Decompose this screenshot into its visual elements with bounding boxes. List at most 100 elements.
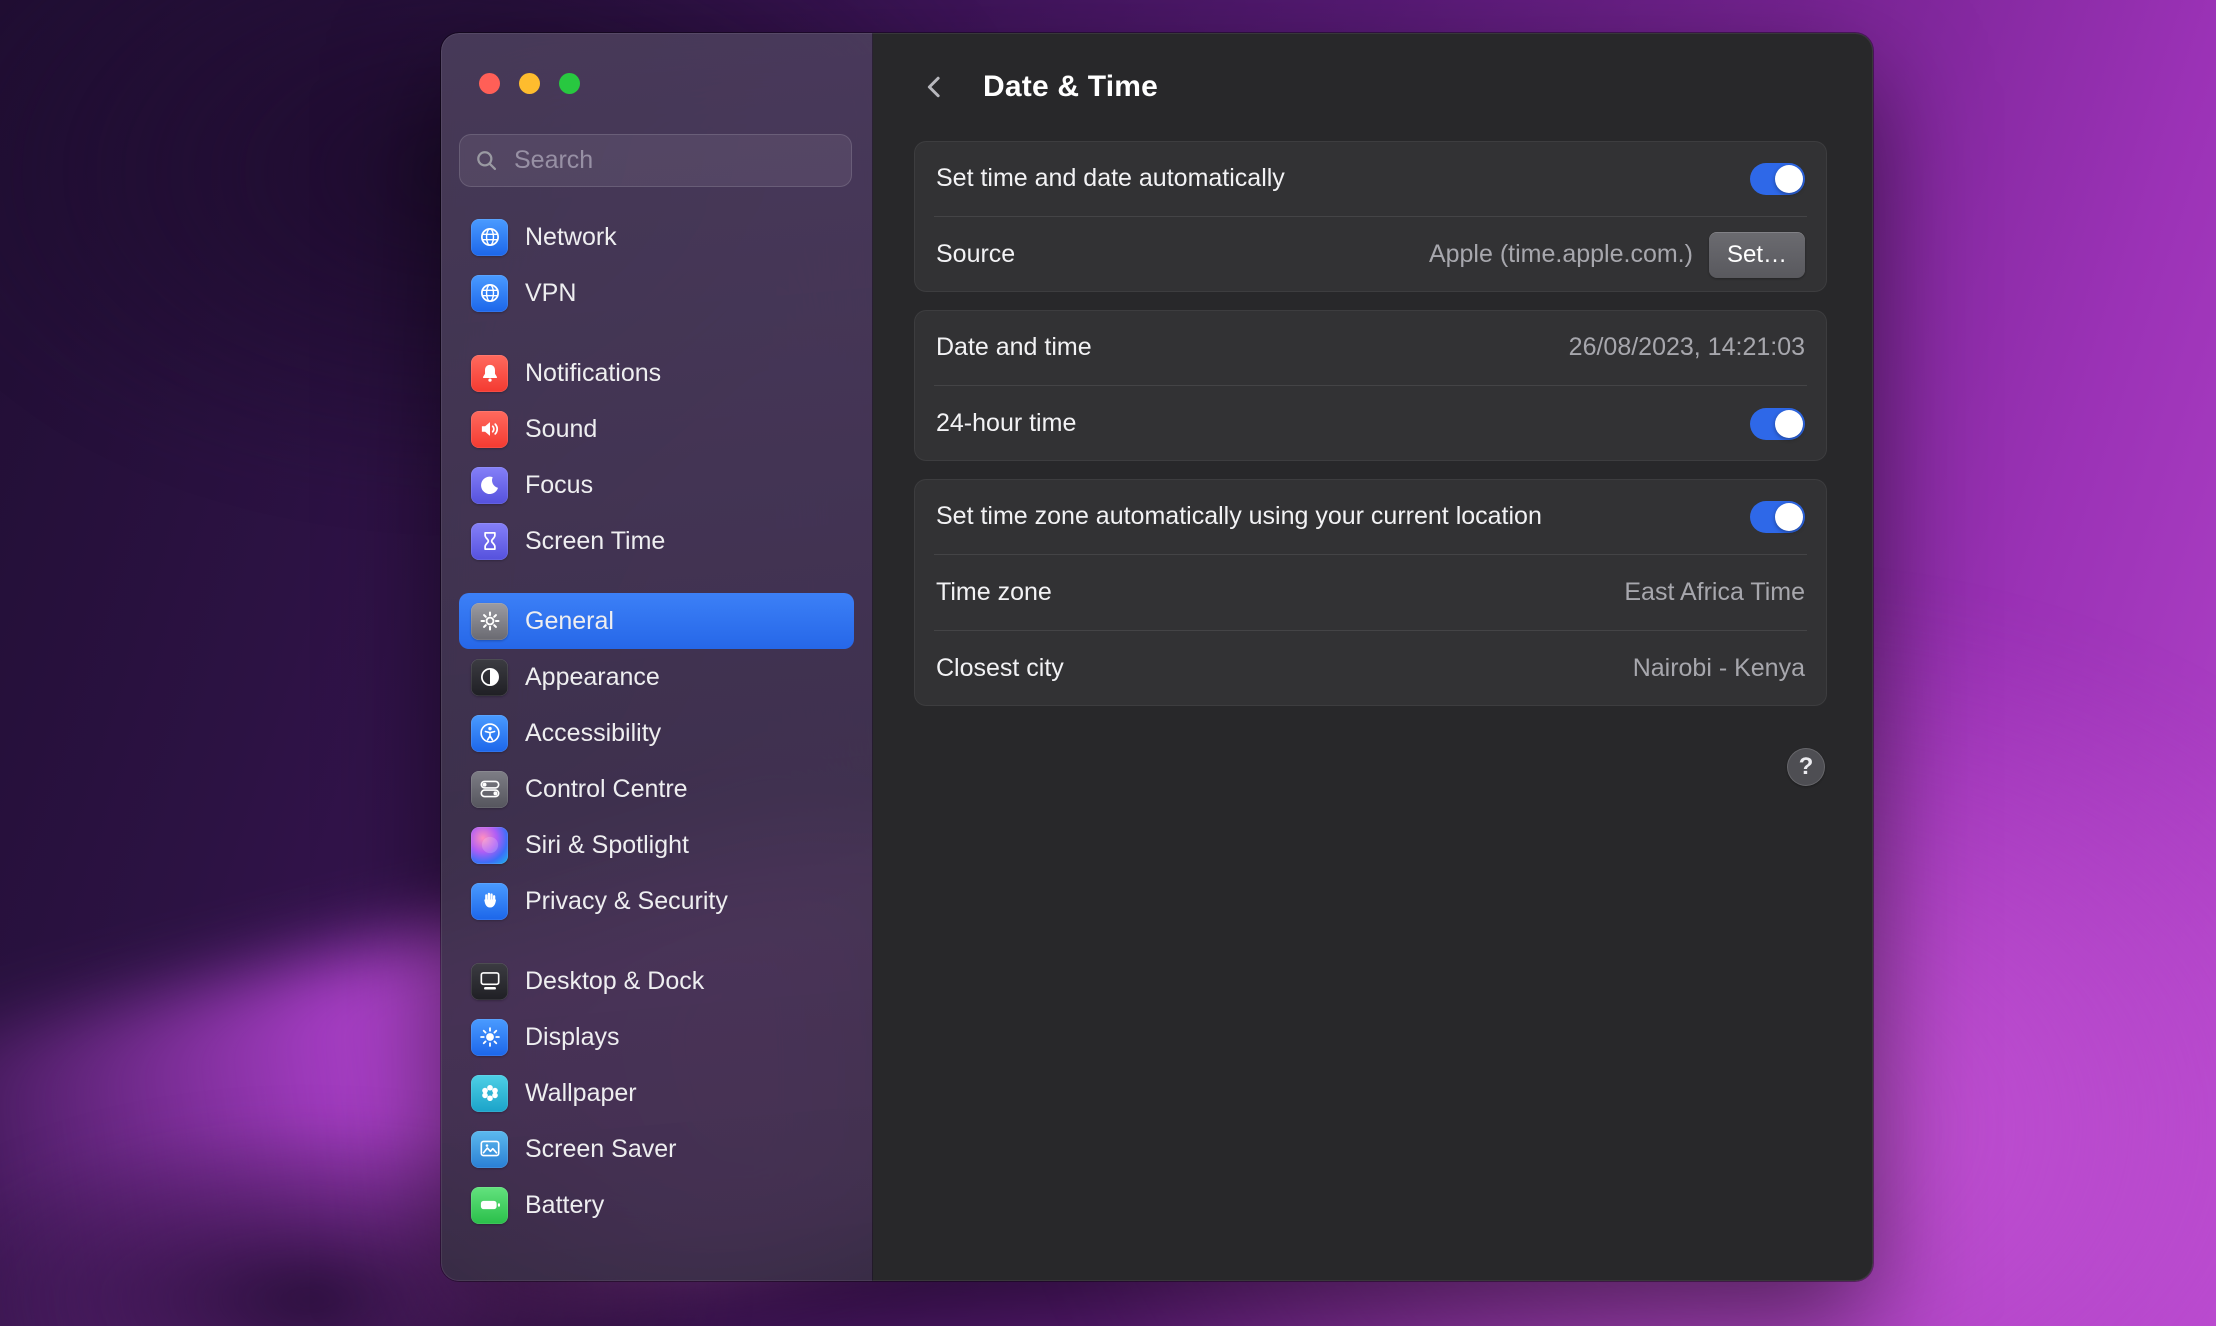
focus-moon-icon	[471, 467, 508, 504]
control-centre-icon	[471, 771, 508, 808]
closest-city-value: Nairobi - Kenya	[1633, 654, 1805, 683]
timezone-row: Time zone East Africa Time	[914, 555, 1827, 630]
chevron-left-icon	[920, 72, 950, 102]
close-button[interactable]	[479, 73, 500, 94]
auto-timezone-row: Set time zone automatically using your c…	[914, 479, 1827, 554]
page-title: Date & Time	[983, 70, 1158, 104]
auto-datetime-toggle[interactable]	[1750, 163, 1805, 195]
datetime-value: 26/08/2023, 14:21:03	[1569, 333, 1805, 362]
sidebar-item-label: Privacy & Security	[525, 887, 728, 916]
datetime-row: Date and time 26/08/2023, 14:21:03	[914, 310, 1827, 385]
displays-sun-icon	[471, 1019, 508, 1056]
sidebar-item-privacy-security[interactable]: Privacy & Security	[459, 873, 854, 929]
auto-timezone-toggle[interactable]	[1750, 501, 1805, 533]
hour24-toggle[interactable]	[1750, 408, 1805, 440]
sidebar-item-focus[interactable]: Focus	[459, 457, 854, 513]
sidebar-item-label: Notifications	[525, 359, 661, 388]
source-row: Source Apple (time.apple.com.) Set…	[914, 217, 1827, 292]
sidebar-item-label: Battery	[525, 1191, 604, 1220]
sidebar-nav: Network VPN Notifications Sound	[441, 187, 872, 1233]
sidebar-item-label: Focus	[525, 471, 593, 500]
window-controls	[441, 33, 872, 94]
sidebar-item-siri-spotlight[interactable]: Siri & Spotlight	[459, 817, 854, 873]
pane-header: Date & Time	[873, 33, 1873, 109]
notifications-bell-icon	[471, 355, 508, 392]
auto-datetime-label: Set time and date automatically	[936, 164, 1285, 193]
hour24-row: 24-hour time	[914, 386, 1827, 461]
sidebar-item-vpn[interactable]: VPN	[459, 265, 854, 321]
hour24-label: 24-hour time	[936, 409, 1076, 438]
sidebar-item-label: General	[525, 607, 614, 636]
search-icon	[473, 147, 500, 174]
sidebar-group-system: General Appearance Accessibility Control…	[459, 593, 854, 929]
screen-saver-icon	[471, 1131, 508, 1168]
closest-city-row: Closest city Nairobi - Kenya	[914, 631, 1827, 706]
timezone-card: Set time zone automatically using your c…	[914, 479, 1827, 706]
sidebar-item-label: Accessibility	[525, 719, 661, 748]
sidebar-item-screen-saver[interactable]: Screen Saver	[459, 1121, 854, 1177]
sidebar-group-display: Desktop & Dock Displays Wallpaper Screen…	[459, 953, 854, 1233]
zoom-button[interactable]	[559, 73, 580, 94]
search-input[interactable]	[512, 145, 838, 176]
datetime-label: Date and time	[936, 333, 1092, 362]
sidebar-item-label: Wallpaper	[525, 1079, 637, 1108]
help-button[interactable]: ?	[1787, 748, 1825, 786]
system-settings-window: Network VPN Notifications Sound	[441, 33, 1873, 1281]
sidebar-item-network[interactable]: Network	[459, 209, 854, 265]
sidebar-item-displays[interactable]: Displays	[459, 1009, 854, 1065]
minimize-button[interactable]	[519, 73, 540, 94]
search-field[interactable]	[459, 134, 852, 187]
sidebar-item-wallpaper[interactable]: Wallpaper	[459, 1065, 854, 1121]
sidebar-item-sound[interactable]: Sound	[459, 401, 854, 457]
datetime-card: Date and time 26/08/2023, 14:21:03 24-ho…	[914, 310, 1827, 461]
sidebar-item-label: Sound	[525, 415, 597, 444]
sidebar-item-label: Displays	[525, 1023, 619, 1052]
accessibility-icon	[471, 715, 508, 752]
appearance-icon	[471, 659, 508, 696]
sidebar-item-label: Siri & Spotlight	[525, 831, 689, 860]
sidebar-item-label: Screen Saver	[525, 1135, 676, 1164]
network-icon	[471, 219, 508, 256]
sidebar-item-label: Network	[525, 223, 617, 252]
set-source-button[interactable]: Set…	[1709, 232, 1805, 278]
back-button[interactable]	[913, 65, 957, 109]
help-row: ?	[873, 706, 1873, 786]
toggle-knob	[1775, 410, 1803, 438]
battery-icon	[471, 1187, 508, 1224]
sidebar-item-label: Screen Time	[525, 527, 665, 556]
sidebar-item-screen-time[interactable]: Screen Time	[459, 513, 854, 569]
date-time-pane: Date & Time Set time and date automatica…	[873, 33, 1873, 1281]
sidebar-item-label: Control Centre	[525, 775, 688, 804]
sound-speaker-icon	[471, 411, 508, 448]
siri-orb-icon	[471, 827, 508, 864]
privacy-hand-icon	[471, 883, 508, 920]
source-value: Apple (time.apple.com.)	[1429, 240, 1693, 269]
sidebar-item-control-centre[interactable]: Control Centre	[459, 761, 854, 817]
sidebar-item-desktop-dock[interactable]: Desktop & Dock	[459, 953, 854, 1009]
sidebar-item-general[interactable]: General	[459, 593, 854, 649]
sidebar-item-appearance[interactable]: Appearance	[459, 649, 854, 705]
gear-icon	[471, 603, 508, 640]
sidebar-group-connectivity: Network VPN	[459, 209, 854, 321]
source-label: Source	[936, 240, 1015, 269]
sidebar-item-notifications[interactable]: Notifications	[459, 345, 854, 401]
timezone-label: Time zone	[936, 578, 1052, 607]
auto-datetime-row: Set time and date automatically	[914, 141, 1827, 216]
screen-time-hourglass-icon	[471, 523, 508, 560]
wallpaper-flower-icon	[471, 1075, 508, 1112]
desktop-dock-icon	[471, 963, 508, 1000]
toggle-knob	[1775, 503, 1803, 531]
settings-sidebar: Network VPN Notifications Sound	[441, 33, 873, 1281]
sidebar-item-label: Desktop & Dock	[525, 967, 704, 996]
sidebar-item-battery[interactable]: Battery	[459, 1177, 854, 1233]
closest-city-label: Closest city	[936, 654, 1064, 683]
sidebar-group-attention: Notifications Sound Focus Screen Time	[459, 345, 854, 569]
auto-datetime-card: Set time and date automatically Source A…	[914, 141, 1827, 292]
timezone-value: East Africa Time	[1624, 578, 1805, 607]
sidebar-item-label: VPN	[525, 279, 576, 308]
vpn-icon	[471, 275, 508, 312]
toggle-knob	[1775, 165, 1803, 193]
sidebar-item-accessibility[interactable]: Accessibility	[459, 705, 854, 761]
auto-timezone-label: Set time zone automatically using your c…	[936, 502, 1542, 531]
sidebar-item-label: Appearance	[525, 663, 660, 692]
